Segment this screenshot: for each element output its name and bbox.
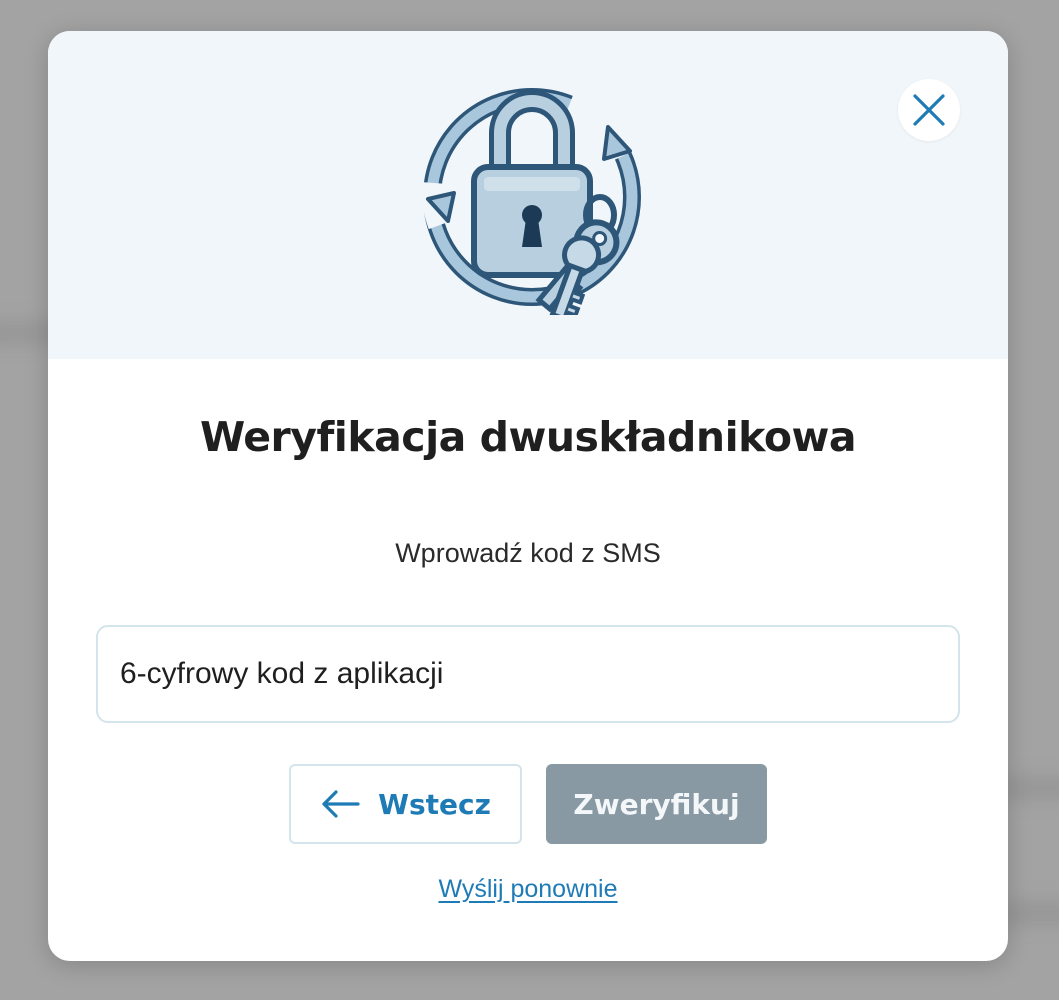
arrow-left-icon [322,790,360,818]
close-button[interactable] [898,79,960,141]
two-factor-modal: Weryfikacja dwuskładnikowa Wprowadź kod … [48,31,1008,961]
close-icon [913,94,945,126]
padlock-keys-icon [421,88,641,315]
background-blur [1000,900,1059,926]
verify-button-label: Zweryfikuj [573,787,740,821]
modal-subtitle: Wprowadź kod z SMS [395,538,661,568]
back-button-label: Wstecz [378,787,491,821]
back-button[interactable]: Wstecz [289,764,522,844]
modal-title: Weryfikacja dwuskładnikowa [199,413,857,461]
resend-code-link[interactable]: Wyślij ponownie [438,875,617,903]
modal-header [48,31,1008,359]
background-blur [1000,775,1059,801]
resend-link-container: Wyślij ponownie [48,875,1008,904]
verification-code-input[interactable] [96,625,960,723]
verify-button[interactable]: Zweryfikuj [546,764,767,844]
